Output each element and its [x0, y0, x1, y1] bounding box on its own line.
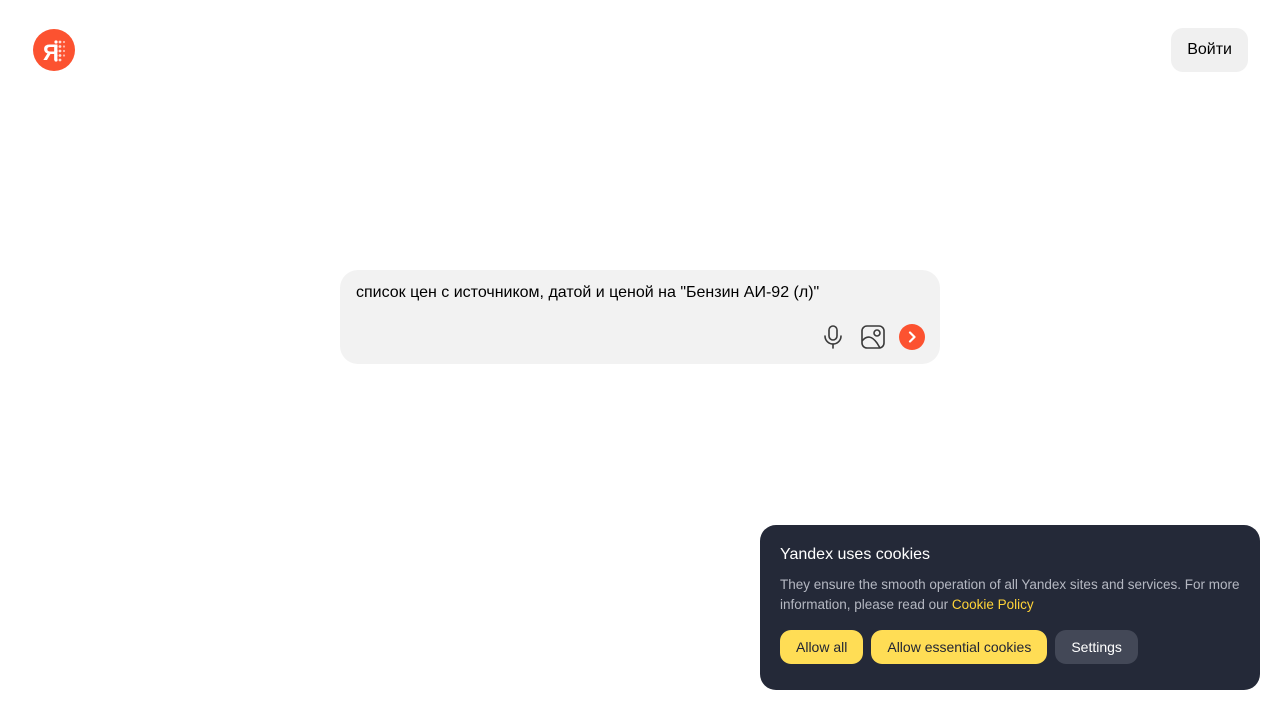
- search-box[interactable]: список цен с источником, датой и ценой н…: [340, 270, 940, 364]
- microphone-icon[interactable]: [819, 323, 847, 351]
- page: Я Войти список цен с источником, датой и…: [0, 0, 1280, 720]
- allow-essential-cookies-button[interactable]: Allow essential cookies: [871, 630, 1048, 664]
- cookie-settings-button[interactable]: Settings: [1055, 630, 1138, 664]
- search-input[interactable]: список цен с источником, датой и ценой н…: [356, 283, 924, 303]
- login-button-label: Войти: [1187, 41, 1232, 58]
- cookie-banner-description: They ensure the smooth operation of all …: [780, 575, 1240, 615]
- cookie-policy-link[interactable]: Cookie Policy: [952, 597, 1034, 612]
- cookie-banner: Yandex uses cookies They ensure the smoo…: [760, 525, 1260, 690]
- login-button[interactable]: Войти: [1171, 28, 1248, 72]
- submit-arrow-icon[interactable]: [899, 324, 925, 350]
- cookie-buttons: Allow all Allow essential cookies Settin…: [780, 630, 1240, 664]
- search-actions: [819, 323, 925, 351]
- allow-all-button[interactable]: Allow all: [780, 630, 864, 664]
- cookie-banner-title: Yandex uses cookies: [780, 546, 931, 563]
- image-search-icon[interactable]: [859, 323, 887, 351]
- yandex-logo-icon[interactable]: Я: [33, 29, 75, 71]
